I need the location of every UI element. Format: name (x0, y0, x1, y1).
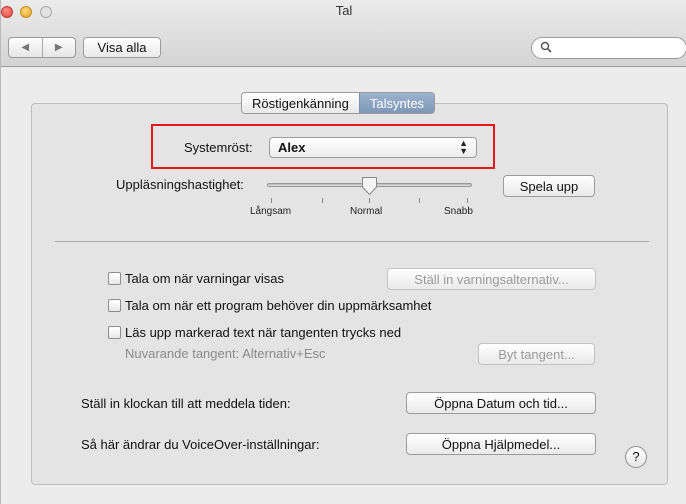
open-accessibility-button[interactable]: Öppna Hjälpmedel... (406, 433, 596, 455)
help-button[interactable]: ? (625, 446, 647, 468)
slider-tick (467, 198, 468, 203)
current-key-label: Nuvarande tangent: Alternativ+Esc (125, 346, 326, 361)
slider-slow-label: Långsam (250, 206, 292, 217)
attention-label: Tala om när ett program behöver din uppm… (125, 298, 432, 313)
speaking-rate-label: Uppläsningshastighet: (116, 177, 244, 192)
alert-options-button[interactable]: Ställ in varningsalternativ... (387, 268, 596, 290)
updown-arrows-icon: ▲ ▼ (459, 138, 468, 156)
selected-text-checkbox[interactable] (108, 326, 121, 339)
toolbar: Tal ◀ ▶ Visa alla (1, 0, 686, 67)
search-field[interactable] (531, 37, 686, 59)
alerts-label: Tala om när varningar visas (125, 271, 284, 286)
slider-tick (369, 198, 370, 203)
change-key-button[interactable]: Byt tangent... (478, 343, 595, 365)
slider-normal-label: Normal (350, 206, 383, 217)
show-all-button[interactable]: Visa alla (83, 37, 161, 58)
search-icon (540, 41, 552, 56)
selected-text-label: Läs upp markerad text när tangenten tryc… (125, 325, 402, 340)
play-button[interactable]: Spela upp (503, 175, 595, 197)
section-divider (55, 241, 649, 242)
tab-text-to-speech[interactable]: Talsyntes (358, 93, 435, 113)
system-voice-value: Alex (278, 140, 306, 155)
back-arrow-icon[interactable]: ◀ (9, 38, 42, 57)
slider-tick (271, 198, 272, 203)
attention-checkbox[interactable] (108, 299, 121, 312)
system-voice-select[interactable]: Alex ▲ ▼ (269, 137, 477, 158)
slider-fast-label: Snabb (444, 206, 473, 217)
tab-bar: Röstigenkänning Talsyntes (241, 92, 436, 114)
clock-label: Ställ in klockan till att meddela tiden: (81, 396, 291, 411)
slider-tick (322, 198, 323, 203)
alerts-checkbox[interactable] (108, 272, 121, 285)
slider-knob[interactable] (361, 176, 378, 196)
tab-speech-recognition[interactable]: Röstigenkänning (242, 93, 359, 113)
system-voice-label: Systemröst: (184, 140, 253, 155)
slider-tick (419, 198, 420, 203)
preferences-window: Tal ◀ ▶ Visa alla Röstigenkänning Talsyn… (0, 0, 686, 504)
window-title: Tal (335, 3, 353, 18)
navigation-buttons: ◀ ▶ (8, 37, 76, 58)
open-date-time-button[interactable]: Öppna Datum och tid... (406, 392, 596, 414)
voiceover-label: Så här ändrar du VoiceOver-inställningar… (81, 437, 320, 452)
forward-arrow-icon[interactable]: ▶ (41, 38, 76, 57)
